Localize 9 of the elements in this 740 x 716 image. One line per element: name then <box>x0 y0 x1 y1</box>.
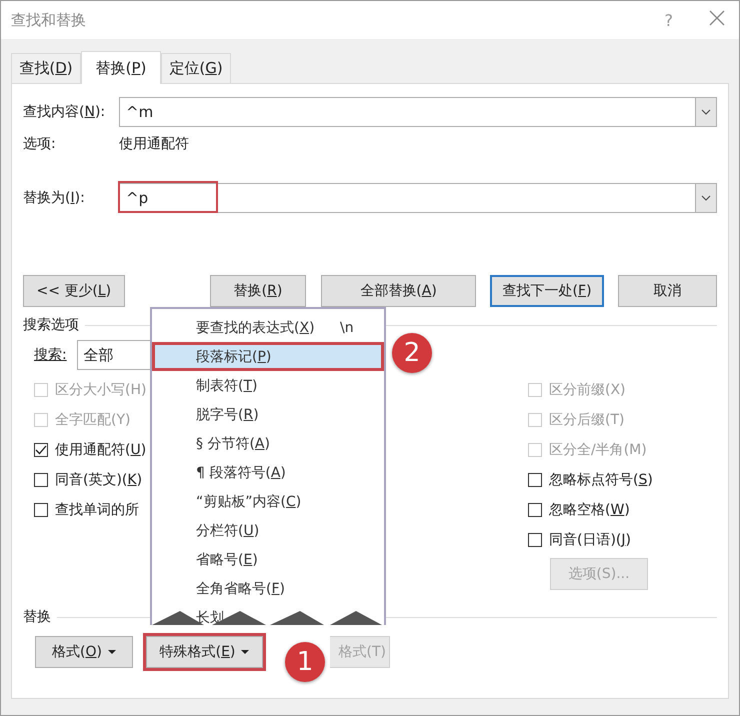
search-label: 搜索: <box>34 346 67 364</box>
window-title: 查找和替换 <box>11 10 87 30</box>
options-label: 选项: <box>23 135 57 153</box>
section-title: 搜索选项 <box>23 316 79 334</box>
field-label: 查找内容(N): <box>23 103 106 121</box>
options-value: 使用通配符 <box>119 135 189 153</box>
shortcut-text: \n <box>340 320 354 336</box>
section-title: 替换 <box>23 608 51 626</box>
field-label: 替换为(I): <box>23 189 86 207</box>
